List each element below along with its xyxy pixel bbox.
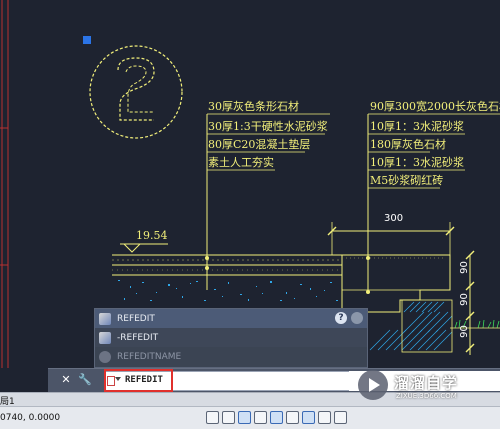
watermark: 溜溜自学 ZIXUE.3D66.COM bbox=[354, 366, 500, 406]
command-autocomplete: REFEDIT ? -REFEDIT REFEDITNAME bbox=[94, 308, 368, 368]
autocomplete-label: REFEDITNAME bbox=[117, 351, 182, 362]
note-right-2: 10厚1：3水泥砂浆 bbox=[370, 120, 464, 133]
osnap-icon[interactable] bbox=[286, 411, 299, 424]
help-icon[interactable]: ? bbox=[335, 312, 347, 324]
polar-icon[interactable] bbox=[270, 411, 283, 424]
note-left-3: 80厚C20混凝土垫层 bbox=[208, 138, 311, 151]
otrack-icon[interactable] bbox=[302, 411, 315, 424]
note-right-1: 90厚300宽2000长灰色石材 bbox=[370, 100, 500, 113]
refedit-icon bbox=[99, 312, 111, 325]
note-left-1: 30厚灰色条形石材 bbox=[208, 100, 299, 113]
globe-icon[interactable] bbox=[351, 312, 363, 324]
dim-90-c: 90 bbox=[458, 325, 470, 338]
note-left-2: 30厚1:3干硬性水泥砂浆 bbox=[208, 120, 328, 133]
dim-90-a: 90 bbox=[458, 261, 470, 274]
autocomplete-label: REFEDIT bbox=[117, 313, 155, 324]
autocomplete-label: -REFEDIT bbox=[117, 332, 159, 343]
ortho-icon[interactable] bbox=[254, 411, 267, 424]
close-icon[interactable]: ✕ bbox=[60, 374, 72, 386]
dim-90-b: 90 bbox=[458, 293, 470, 306]
note-left-4: 素土人工夯实 bbox=[208, 156, 274, 169]
grip-square bbox=[83, 36, 91, 44]
snap-icon[interactable] bbox=[238, 411, 251, 424]
note-right-5: M5砂浆砌红砖 bbox=[370, 174, 444, 187]
cad-window: 30厚灰色条形石材 30厚1:3干硬性水泥砂浆 80厚C20混凝土垫层 素土人工… bbox=[0, 0, 500, 429]
lineweight-icon[interactable] bbox=[318, 411, 331, 424]
dim-300: 300 bbox=[384, 213, 404, 224]
refedit-dash-icon bbox=[99, 331, 111, 344]
grid-icon[interactable] bbox=[222, 411, 235, 424]
elevation-label: 19.54 bbox=[136, 229, 168, 242]
play-logo-icon bbox=[358, 370, 388, 400]
note-right-4: 10厚1：3水泥砂浆 bbox=[370, 156, 464, 169]
highlight-box bbox=[104, 369, 173, 392]
coordinate-readout: 0740, 0.0000 bbox=[0, 413, 61, 423]
autocomplete-item-refedit[interactable]: REFEDIT ? bbox=[95, 309, 367, 328]
wrench-icon[interactable]: 🔧 bbox=[78, 374, 92, 386]
autocomplete-item-refeditname[interactable]: REFEDITNAME bbox=[95, 347, 367, 366]
gear-icon bbox=[99, 350, 111, 363]
watermark-name: 溜溜自学 bbox=[394, 374, 459, 392]
model-space-icon[interactable] bbox=[206, 411, 219, 424]
watermark-url: ZIXUE.3D66.COM bbox=[396, 392, 457, 400]
transparency-icon[interactable] bbox=[334, 411, 347, 424]
autocomplete-item-refedit-dash[interactable]: -REFEDIT bbox=[95, 328, 367, 347]
status-bar: 0740, 0.0000 bbox=[0, 406, 500, 429]
note-right-3: 180厚灰色石材 bbox=[370, 138, 446, 151]
